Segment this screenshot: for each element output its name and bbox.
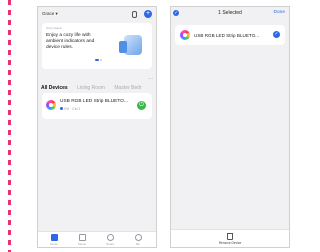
room-tabs: All Devices Living Room Master Bedr ··· — [41, 76, 153, 91]
more-tabs-icon[interactable]: ··· — [148, 76, 153, 82]
home-topbar: Grace ▾ + — [42, 10, 152, 20]
rgb-strip-icon — [180, 30, 190, 40]
pagination-dot — [94, 59, 99, 61]
home-icon — [50, 234, 58, 241]
device-card[interactable]: USB RGB LED Strip BLUETO... 0% · Ctrl 1 … — [42, 93, 152, 119]
nav-home[interactable]: Home — [44, 234, 64, 246]
scene-icon — [78, 234, 86, 241]
tab-master-bedroom[interactable]: Master Bedr — [114, 85, 141, 91]
trash-icon — [227, 233, 233, 240]
nav-me[interactable]: Me — [128, 234, 148, 246]
selection-header: ✓ 1 Selected Done — [171, 7, 289, 21]
device-name: USB RGB LED Strip BLUETO... — [194, 32, 260, 38]
nav-home-label: Home — [50, 242, 58, 246]
tab-living-room[interactable]: Living Room — [77, 85, 105, 91]
remove-device-button[interactable]: Remove Device — [171, 229, 289, 247]
smart-icon — [106, 234, 114, 241]
status-dot — [60, 107, 63, 110]
tab-all-devices[interactable]: All Devices — [41, 85, 68, 91]
power-button[interactable]: ⏻ — [137, 101, 146, 110]
nav-smart[interactable]: Smart — [100, 234, 120, 246]
phone-home-screen: Grace ▾ + Cozy Home Enjoy a cozy life wi… — [37, 6, 157, 248]
nav-scene-label: Scene — [78, 242, 86, 246]
device-status-text: 0% · Ctrl 1 — [64, 107, 81, 111]
done-button[interactable]: Done — [274, 10, 285, 15]
nav-scene[interactable]: Scene — [72, 234, 92, 246]
rgb-strip-icon — [46, 100, 56, 110]
banner-pagination — [94, 48, 102, 66]
selected-check-icon[interactable]: ✓ — [273, 31, 280, 38]
nav-me-label: Me — [136, 242, 140, 246]
home-name-selector[interactable]: Grace ▾ — [42, 11, 58, 17]
pagination-dot — [99, 59, 102, 61]
selected-count: 1 Selected — [218, 10, 242, 16]
lamp-illustration-icon — [119, 35, 142, 55]
remove-device-label: Remove Device — [218, 241, 242, 245]
nav-smart-label: Smart — [106, 242, 114, 246]
banner-tag: Cozy Home — [46, 26, 62, 30]
microphone-icon[interactable] — [132, 11, 137, 18]
profile-icon — [134, 234, 142, 241]
device-name: USB RGB LED Strip BLUETO... — [60, 99, 128, 104]
bottom-nav: Home Scene Smart Me — [38, 231, 156, 247]
add-device-icon[interactable]: + — [144, 10, 152, 18]
dashed-divider — [8, 0, 11, 252]
device-status: 0% · Ctrl 1 — [60, 107, 81, 111]
promo-banner[interactable]: Cozy Home Enjoy a cozy life with ambient… — [42, 23, 152, 69]
phone-selection-screen: ✓ 1 Selected Done USB RGB LED Strip BLUE… — [170, 6, 290, 248]
selected-device-card[interactable]: USB RGB LED Strip BLUETO... ✓ — [175, 25, 285, 45]
